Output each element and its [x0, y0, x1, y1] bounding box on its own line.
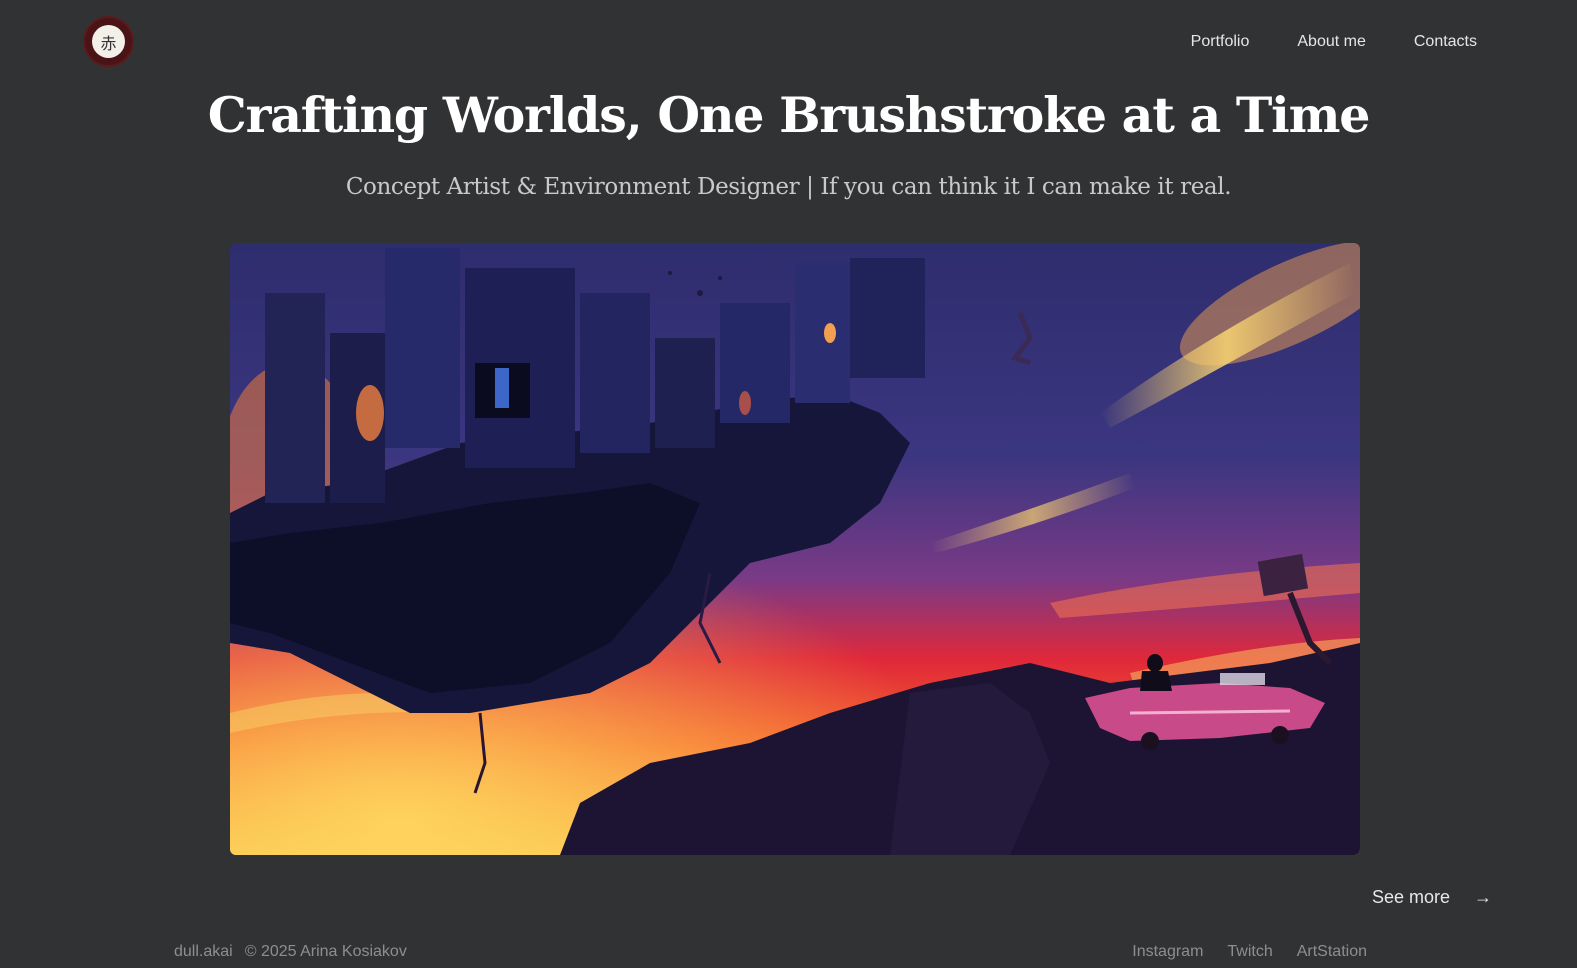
hero-artwork[interactable] — [230, 243, 1360, 855]
see-more-label: See more — [1371, 887, 1450, 907]
footer-handle: dull.akai — [174, 943, 233, 960]
nav-contacts-link[interactable]: Contacts — [1414, 33, 1477, 51]
see-more-link[interactable]: See more → — [1372, 887, 1492, 908]
hero-subtitle: Concept Artist & Environment Designer | … — [345, 174, 1232, 200]
hero-title: Crafting Worlds, One Brushstroke at a Ti… — [207, 86, 1371, 144]
nav-portfolio-link[interactable]: Portfolio — [1191, 33, 1250, 51]
top-nav: Portfolio About me Contacts — [1191, 33, 1477, 51]
nav-about-link[interactable]: About me — [1297, 33, 1365, 51]
logo-seal-icon: 赤 — [92, 25, 125, 58]
twitch-link[interactable]: Twitch — [1227, 943, 1272, 961]
artwork-image — [230, 243, 1360, 855]
footer-copyright: © 2025 Arina Kosiakov — [244, 943, 407, 960]
instagram-link[interactable]: Instagram — [1132, 943, 1203, 961]
artstation-link[interactable]: ArtStation — [1297, 943, 1367, 961]
footer-credits: dull.akai © 2025 Arina Kosiakov — [174, 943, 407, 961]
arrow-right-icon: → — [1474, 887, 1492, 907]
logo[interactable]: 赤 — [85, 18, 132, 65]
footer-social-links: Instagram Twitch ArtStation — [1132, 943, 1367, 961]
